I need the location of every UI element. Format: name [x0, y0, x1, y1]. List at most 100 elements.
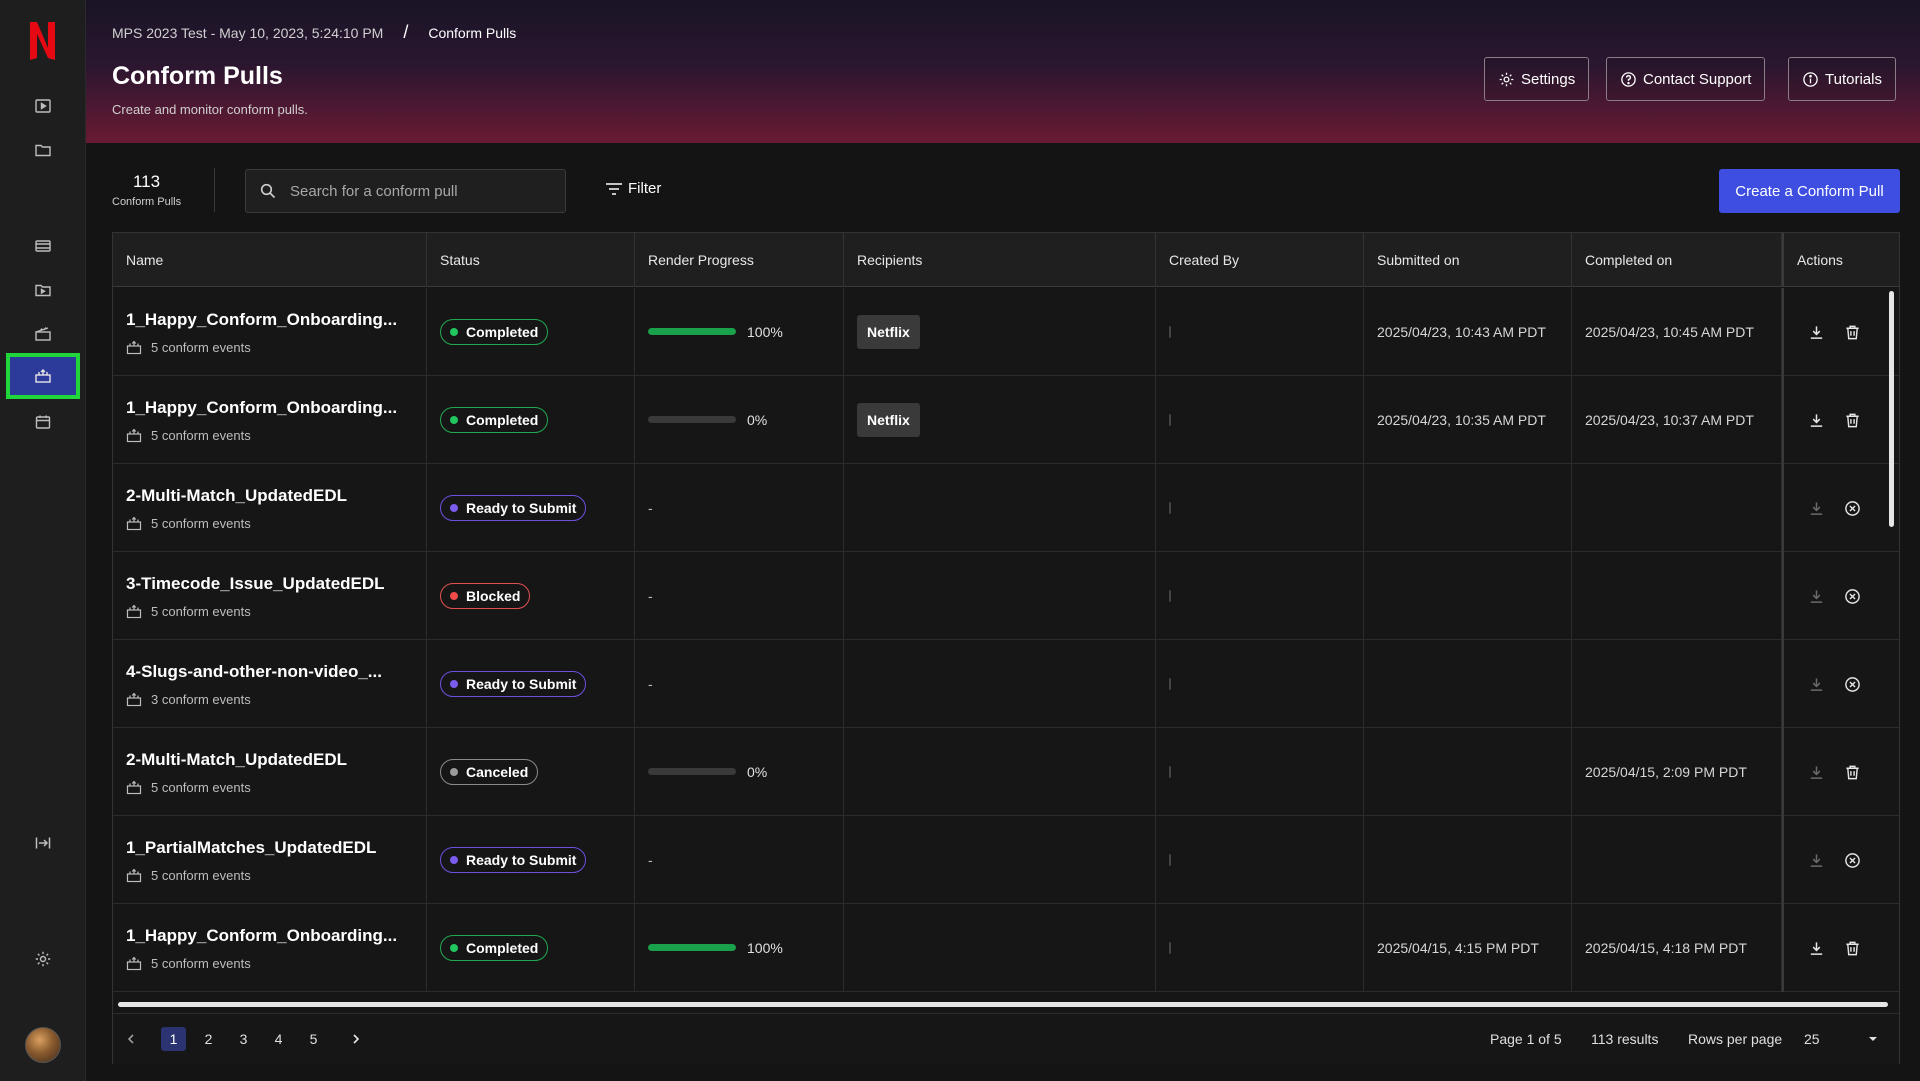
cell-completed-on: 2025/04/15, 2:09 PM PDT — [1572, 728, 1782, 816]
table-row[interactable]: 2-Multi-Match_UpdatedEDL 5 conform event… — [113, 728, 1899, 816]
horizontal-scrollbar[interactable] — [118, 1002, 1888, 1007]
conform-events: 5 conform events — [126, 603, 251, 619]
prev-page-icon[interactable] — [121, 1029, 141, 1049]
contact-support-button[interactable]: Contact Support — [1606, 57, 1766, 101]
breadcrumb-separator: / — [403, 22, 409, 42]
column-header-created-by[interactable]: Created By — [1156, 233, 1364, 287]
download-icon[interactable] — [1806, 410, 1826, 430]
column-header-submitted-on[interactable]: Submitted on — [1364, 233, 1572, 287]
column-header-name[interactable]: Name — [113, 233, 427, 287]
results-count: 113 results — [1591, 1031, 1659, 1047]
trash-icon[interactable] — [1842, 322, 1862, 342]
cell-created-by — [1156, 288, 1364, 376]
trash-icon[interactable] — [1842, 762, 1862, 782]
table-row[interactable]: 3-Timecode_Issue_UpdatedEDL 5 conform ev… — [113, 552, 1899, 640]
cell-submitted-on — [1364, 728, 1572, 816]
gear-icon[interactable] — [22, 938, 64, 980]
conform-pull-name[interactable]: 1_PartialMatches_UpdatedEDL — [126, 838, 376, 858]
conform-pull-name[interactable]: 2-Multi-Match_UpdatedEDL — [126, 750, 347, 770]
download-icon[interactable] — [1806, 938, 1826, 958]
avatar[interactable] — [25, 1027, 61, 1063]
search-box[interactable] — [245, 169, 566, 213]
netflix-logo[interactable] — [28, 20, 57, 62]
cell-render-progress: 0% — [635, 728, 844, 816]
page-header: MPS 2023 Test - May 10, 2023, 5:24:10 PM… — [86, 0, 1920, 143]
download-icon[interactable] — [1806, 322, 1826, 342]
status-badge: Ready to Submit — [440, 495, 587, 521]
clapper-icon — [126, 955, 151, 971]
trash-icon[interactable] — [1842, 938, 1862, 958]
status-label: Completed — [466, 324, 539, 340]
conform-pull-name[interactable]: 1_Happy_Conform_Onboarding... — [126, 310, 397, 330]
rows-per-page-select[interactable]: 25 — [1804, 1027, 1884, 1051]
page-button[interactable]: 4 — [266, 1027, 291, 1051]
conform-events: 5 conform events — [126, 339, 251, 355]
cancel-icon[interactable] — [1842, 850, 1862, 870]
page-button[interactable]: 5 — [301, 1027, 326, 1051]
cell-status: Ready to Submit — [427, 816, 635, 904]
vertical-scrollbar[interactable] — [1889, 291, 1894, 527]
conform-events: 5 conform events — [126, 867, 251, 883]
table-row[interactable]: 1_PartialMatches_UpdatedEDL 5 conform ev… — [113, 816, 1899, 904]
breadcrumb-project[interactable]: MPS 2023 Test - May 10, 2023, 5:24:10 PM — [112, 25, 383, 41]
search-input[interactable] — [290, 182, 550, 200]
conform-pull-name[interactable]: 2-Multi-Match_UpdatedEDL — [126, 486, 347, 506]
conform-pull-name[interactable]: 1_Happy_Conform_Onboarding... — [126, 926, 397, 946]
folder-icon[interactable] — [22, 129, 64, 171]
collapse-sidebar-icon[interactable] — [22, 822, 64, 864]
cell-name: 4-Slugs-and-other-non-video_... 3 confor… — [113, 640, 427, 728]
status-badge: Canceled — [440, 759, 539, 785]
trash-icon[interactable] — [1842, 410, 1862, 430]
table-row[interactable]: 2-Multi-Match_UpdatedEDL 5 conform event… — [113, 464, 1899, 552]
created-by-avatar — [1169, 942, 1171, 954]
submitted-date: 2025/04/23, 10:35 AM PDT — [1377, 412, 1546, 428]
tutorials-button[interactable]: Tutorials — [1788, 57, 1896, 101]
cell-status: Completed — [427, 904, 635, 992]
status-badge: Completed — [440, 319, 549, 345]
cell-name: 3-Timecode_Issue_UpdatedEDL 5 conform ev… — [113, 552, 427, 640]
conform-pull-name[interactable]: 4-Slugs-and-other-non-video_... — [126, 662, 382, 682]
cell-actions — [1782, 552, 1901, 640]
page-button[interactable]: 2 — [196, 1027, 221, 1051]
clapper-icon[interactable] — [22, 313, 64, 355]
download-icon[interactable] — [1806, 674, 1826, 694]
recipient-chip: Netflix — [857, 315, 920, 349]
divider — [214, 168, 215, 212]
settings-button[interactable]: Settings — [1484, 57, 1590, 101]
cancel-icon[interactable] — [1842, 586, 1862, 606]
settings-label: Settings — [1521, 70, 1576, 88]
cell-name: 2-Multi-Match_UpdatedEDL 5 conform event… — [113, 728, 427, 816]
download-icon[interactable] — [1806, 850, 1826, 870]
download-icon[interactable] — [1806, 586, 1826, 606]
table-row[interactable]: 1_Happy_Conform_Onboarding... 5 conform … — [113, 376, 1899, 464]
calendar-icon[interactable] — [22, 401, 64, 443]
next-page-icon[interactable] — [346, 1029, 366, 1049]
film-icon[interactable] — [22, 225, 64, 267]
cell-completed-on — [1572, 816, 1782, 904]
conform-pull-name[interactable]: 1_Happy_Conform_Onboarding... — [126, 398, 397, 418]
cell-created-by — [1156, 728, 1364, 816]
page-button[interactable]: 1 — [161, 1027, 186, 1051]
table-row[interactable]: 4-Slugs-and-other-non-video_... 3 confor… — [113, 640, 1899, 728]
column-header-render-progress[interactable]: Render Progress — [635, 233, 844, 287]
column-header-recipients[interactable]: Recipients — [844, 233, 1156, 287]
submitted-date: 2025/04/23, 10:43 AM PDT — [1377, 324, 1546, 340]
conform-pulls-icon[interactable] — [6, 353, 80, 399]
status-dot — [450, 944, 458, 952]
table-row[interactable]: 1_Happy_Conform_Onboarding... 5 conform … — [113, 904, 1899, 992]
conform-pull-name[interactable]: 3-Timecode_Issue_UpdatedEDL — [126, 574, 385, 594]
player-icon[interactable] — [22, 85, 64, 127]
download-icon[interactable] — [1806, 762, 1826, 782]
page-button[interactable]: 3 — [231, 1027, 256, 1051]
download-icon[interactable] — [1806, 498, 1826, 518]
table-row[interactable]: 1_Happy_Conform_Onboarding... 5 conform … — [113, 288, 1899, 376]
column-header-status[interactable]: Status — [427, 233, 635, 287]
filter-button[interactable]: Filter — [605, 180, 661, 197]
cancel-icon[interactable] — [1842, 498, 1862, 518]
status-dot — [450, 680, 458, 688]
media-folder-icon[interactable] — [22, 269, 64, 311]
cancel-icon[interactable] — [1842, 674, 1862, 694]
cell-name: 2-Multi-Match_UpdatedEDL 5 conform event… — [113, 464, 427, 552]
column-header-completed-on[interactable]: Completed on — [1572, 233, 1782, 287]
create-conform-pull-button[interactable]: Create a Conform Pull — [1719, 169, 1900, 213]
